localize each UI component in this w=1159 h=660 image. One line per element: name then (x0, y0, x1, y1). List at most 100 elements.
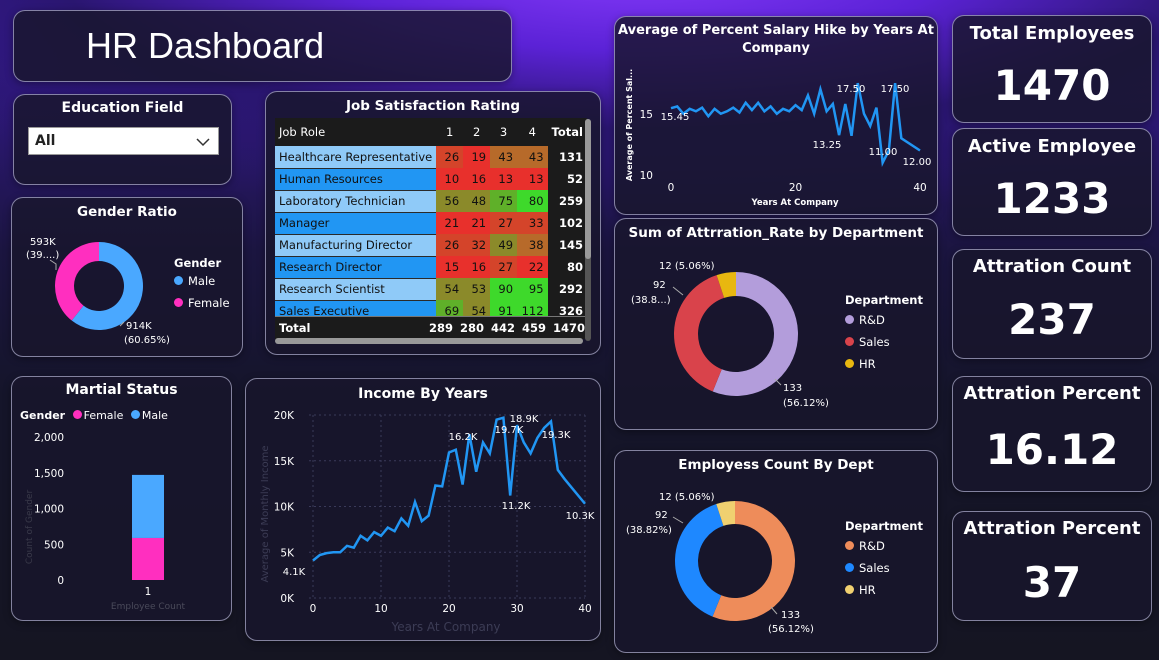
row-total-cell: 131 (547, 146, 587, 168)
total-label: Total (275, 316, 425, 339)
kpi-attrition-percent-2: Attration Percent 37 (952, 511, 1152, 621)
column-total-cell: 280 (456, 316, 487, 339)
kpi-active-employee: Active Employee 1233 (952, 128, 1152, 236)
table-row[interactable]: Healthcare Representative 26 19 43 43 131 (275, 146, 587, 169)
table-row[interactable]: Research Director 15 16 27 22 80 (275, 256, 587, 279)
legend-item-hr[interactable]: HR (845, 357, 923, 371)
emp-rd-label-b: (56.12%) (768, 624, 814, 635)
income-card: Income By Years 20K 15K 10K 5K 0K 0 10 20 30 40 4… (245, 378, 601, 641)
legend-label-rd: R&D (859, 539, 885, 553)
income-xlabel: Years At Company (390, 620, 500, 634)
grand-total-cell: 1470 (549, 316, 585, 339)
rating-cell: 19 (463, 146, 491, 168)
marital-chart: 2,000 1,500 1,000 500 0 1 Employee Count Cou… (25, 432, 186, 612)
income-ytick: 15K (274, 456, 295, 468)
income-xtick: 40 (578, 603, 591, 615)
kpi-value: 1470 (993, 61, 1111, 110)
column-header[interactable]: 1 (436, 118, 464, 146)
bar-male[interactable] (132, 474, 164, 538)
rating-cell: 16 (463, 256, 491, 278)
marital-xlabel: Employee Count (111, 602, 186, 612)
filter-title: Education Field (61, 100, 184, 116)
kpi-value: 237 (1008, 295, 1096, 344)
table-row[interactable]: Human Resources 10 16 13 13 52 (275, 168, 587, 191)
legend-item-male[interactable]: Male (174, 274, 230, 288)
horizontal-scrollbar[interactable] (275, 338, 583, 344)
attr-hr-label: 12 (5.06%) (659, 261, 715, 272)
marital-ytick: 0 (57, 575, 64, 587)
attr-rd-label-b: (56.12%) (783, 398, 829, 409)
salary-hike-data-label: 12.00 (903, 157, 932, 168)
employees-legend-title: Department (845, 519, 923, 533)
legend-item-rd[interactable]: R&D (845, 539, 923, 553)
legend-label-sales: Sales (859, 335, 890, 349)
column-header[interactable]: Total (547, 118, 587, 146)
header-card: HR Dashboard (13, 10, 512, 82)
income-xtick: 30 (510, 603, 523, 615)
job-satisfaction-table-wrap[interactable]: Job Role 1 2 3 4 Total Healthcare Representati… (275, 118, 587, 340)
emp-rd-label-a: 133 (781, 610, 800, 621)
column-total-cell: 289 (425, 316, 456, 339)
table-row[interactable]: Laboratory Technician 56 48 75 80 259 (275, 190, 587, 213)
salary-hike-data-label: 17.50 (837, 84, 866, 95)
column-header[interactable]: 4 (517, 118, 548, 146)
vertical-scrollbar[interactable] (585, 119, 591, 341)
row-total-cell: 145 (547, 234, 587, 256)
legend-label-hr: HR (859, 583, 876, 597)
bar-female[interactable] (132, 537, 164, 580)
marital-ytick: 1,500 (34, 468, 64, 480)
legend-item-rd[interactable]: R&D (845, 313, 923, 327)
rating-cell: 15 (436, 256, 464, 278)
job-satisfaction-card: Job Satisfaction Rating Job Role 1 2 3 4 Tota… (265, 91, 601, 355)
income-ylabel: Average of Monthly Income (260, 445, 271, 582)
legend-label-rd: R&D (859, 313, 885, 327)
rating-cell: 10 (436, 168, 464, 190)
marital-ytick: 1,000 (34, 504, 64, 516)
legend-item-female[interactable]: Female (174, 296, 230, 310)
table-row[interactable]: Manager 21 21 27 33 102 (275, 212, 587, 235)
rating-cell: 22 (517, 256, 548, 278)
column-header[interactable]: 2 (463, 118, 491, 146)
rating-cell: 54 (436, 278, 464, 300)
kpi-title: Attration Count (972, 256, 1132, 277)
salary-hike-card: Average of Percent Salary Hike by Years … (614, 16, 938, 215)
table-row[interactable]: Research Scientist 54 53 90 95 292 (275, 278, 587, 301)
rating-cell: 90 (490, 278, 518, 300)
job-satisfaction-table: Job Role 1 2 3 4 Total Healthcare Representati… (275, 118, 587, 339)
income-xtick: 20 (442, 603, 455, 615)
legend-item-sales[interactable]: Sales (845, 335, 923, 349)
salary-hike-xlabel: Years At Company (750, 198, 838, 208)
kpi-title: Attration Percent (963, 383, 1141, 404)
marital-xtick: 1 (145, 586, 152, 598)
legend-label-female: Female (188, 296, 230, 310)
table-row[interactable]: Manufacturing Director 26 32 49 38 145 (275, 234, 587, 257)
income-data-label: 19.7K (495, 425, 524, 436)
emp-hr-label: 12 (5.06%) (659, 492, 715, 503)
kpi-title: Attration Percent (963, 518, 1141, 539)
rating-cell: 13 (517, 168, 548, 190)
kpi-value: 1233 (993, 174, 1111, 223)
donut-slice-sales[interactable] (675, 504, 724, 617)
rating-cell: 21 (436, 212, 464, 234)
rating-cell: 13 (490, 168, 518, 190)
job-role-cell: Laboratory Technician (275, 190, 437, 213)
legend-item-hr[interactable]: HR (845, 583, 923, 597)
kpi-attrition-count: Attration Count 237 (952, 249, 1152, 359)
column-total-cell: 459 (518, 316, 549, 339)
gender-legend-title: Gender (174, 256, 222, 270)
column-total-cell: 442 (487, 316, 518, 339)
table-header-row: Job Role 1 2 3 4 Total (275, 118, 587, 146)
income-ytick: 20K (274, 410, 295, 422)
page-title: HR Dashboard (86, 25, 325, 66)
column-header[interactable]: 3 (490, 118, 518, 146)
rating-cell: 33 (517, 212, 548, 234)
donut-slice-female[interactable] (55, 242, 99, 321)
legend-item-sales[interactable]: Sales (845, 561, 923, 575)
employees-dept-card: Employess Count By Dept 12 (5.06%) 92 (3… (614, 450, 938, 653)
column-header[interactable]: Job Role (275, 118, 437, 146)
income-chart: 20K 15K 10K 5K 0K 0 10 20 30 40 4.1K 16.2K 19.7K18.… (260, 410, 595, 634)
rating-cell: 43 (490, 146, 518, 168)
donut-slice-sales[interactable] (674, 275, 725, 392)
income-data-label: 18.9K (510, 414, 539, 425)
education-field-dropdown[interactable]: All (28, 127, 219, 155)
